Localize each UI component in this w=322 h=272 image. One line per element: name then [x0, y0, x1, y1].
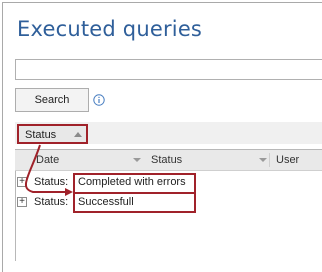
grid-header: Date Status User: [15, 150, 322, 171]
sort-ascending-icon: [74, 132, 82, 137]
column-filter-icon[interactable]: [133, 158, 141, 162]
group-row-prefix: Status:: [34, 196, 69, 208]
column-header-status[interactable]: Status: [151, 154, 182, 166]
column-filter-icon[interactable]: [259, 158, 267, 162]
expand-icon[interactable]: +: [17, 197, 27, 207]
page-title: Executed queries: [17, 17, 203, 41]
column-separator: [269, 153, 270, 167]
group-chip-label: Status: [25, 129, 57, 141]
column-header-date[interactable]: Date: [36, 154, 59, 166]
search-button[interactable]: Search: [15, 88, 89, 112]
group-row-prefix: Status:: [34, 176, 69, 188]
info-icon[interactable]: [93, 94, 105, 106]
column-header-user[interactable]: User: [276, 154, 299, 166]
expand-icon[interactable]: +: [17, 177, 27, 187]
annotation-divider: [75, 192, 194, 194]
group-by-status-chip[interactable]: Status: [17, 124, 88, 144]
search-input[interactable]: [15, 59, 322, 80]
